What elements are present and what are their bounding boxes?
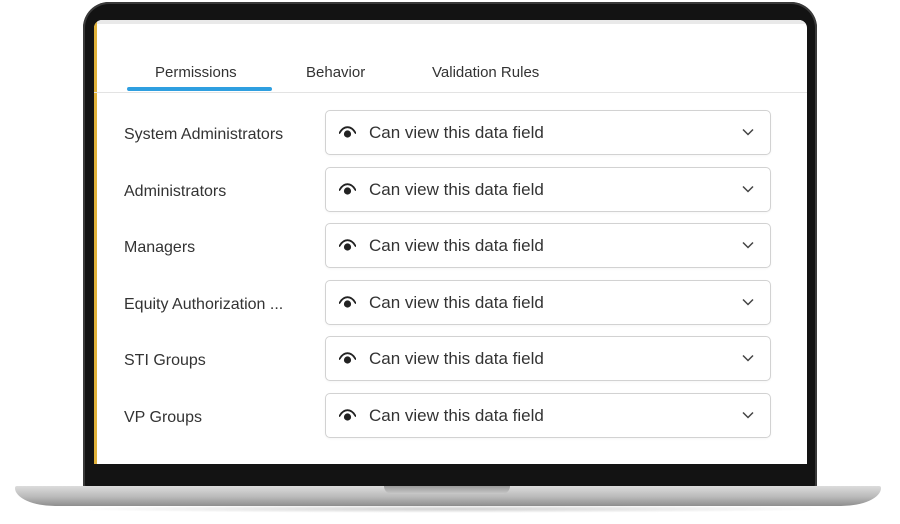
permission-value: Can view this data field — [369, 179, 544, 199]
permission-select[interactable]: Can view this data field — [325, 223, 771, 268]
group-label: STI Groups — [124, 352, 206, 369]
chevron-down-icon — [742, 411, 754, 419]
permission-row: VP Groups Can view this data field — [94, 392, 807, 450]
permission-select[interactable]: Can view this data field — [325, 279, 771, 325]
eye-icon — [339, 182, 356, 195]
laptop-screen: Permissions Behavior Validation Rules Sy… — [94, 20, 807, 464]
permission-row: Equity Authorization ... Can view this d… — [94, 279, 807, 337]
chevron-down-icon — [742, 185, 754, 193]
tab-behavior[interactable]: Behavior — [306, 64, 365, 81]
group-label: Administrators — [124, 182, 227, 200]
laptop-mockup: Permissions Behavior Validation Rules Sy… — [0, 0, 900, 524]
screen-top-strip — [97, 20, 807, 24]
group-label: Equity Authorization ... — [124, 295, 284, 313]
permission-value: Can view this data field — [369, 349, 544, 368]
eye-icon — [339, 126, 356, 138]
group-label: System Administrators — [124, 126, 284, 143]
chevron-down-icon — [742, 354, 754, 362]
permission-value: Can view this data field — [369, 236, 544, 255]
tab-bar: Permissions Behavior Validation Rules — [94, 50, 807, 93]
eye-icon — [339, 352, 356, 364]
permission-select[interactable]: Can view this data field — [325, 336, 771, 381]
permission-row: STI Groups Can view this data field — [94, 336, 807, 393]
active-tab-indicator — [127, 87, 272, 91]
laptop-notch — [384, 486, 510, 494]
eye-icon — [339, 295, 356, 308]
laptop-shadow — [60, 505, 840, 513]
permission-row: Managers Can view this data field — [94, 223, 807, 280]
permission-value: Can view this data field — [369, 405, 544, 425]
eye-icon — [339, 408, 356, 421]
tab-permissions[interactable]: Permissions — [155, 64, 237, 81]
permission-select[interactable]: Can view this data field — [325, 166, 771, 212]
permissions-list: System Administrators Can view this data… — [94, 110, 807, 449]
chevron-down-icon — [742, 241, 754, 249]
permission-value: Can view this data field — [369, 292, 544, 312]
permission-value: Can view this data field — [369, 123, 544, 142]
permission-select[interactable]: Can view this data field — [325, 392, 771, 438]
tab-validation-rules[interactable]: Validation Rules — [432, 64, 539, 81]
chevron-down-icon — [742, 128, 754, 136]
eye-icon — [339, 239, 356, 251]
chevron-down-icon — [742, 298, 754, 306]
group-label: VP Groups — [124, 408, 202, 426]
permission-row: System Administrators Can view this data… — [94, 110, 807, 167]
group-label: Managers — [124, 239, 196, 256]
permission-row: Administrators Can view this data field — [94, 166, 807, 224]
permission-select[interactable]: Can view this data field — [325, 110, 771, 155]
